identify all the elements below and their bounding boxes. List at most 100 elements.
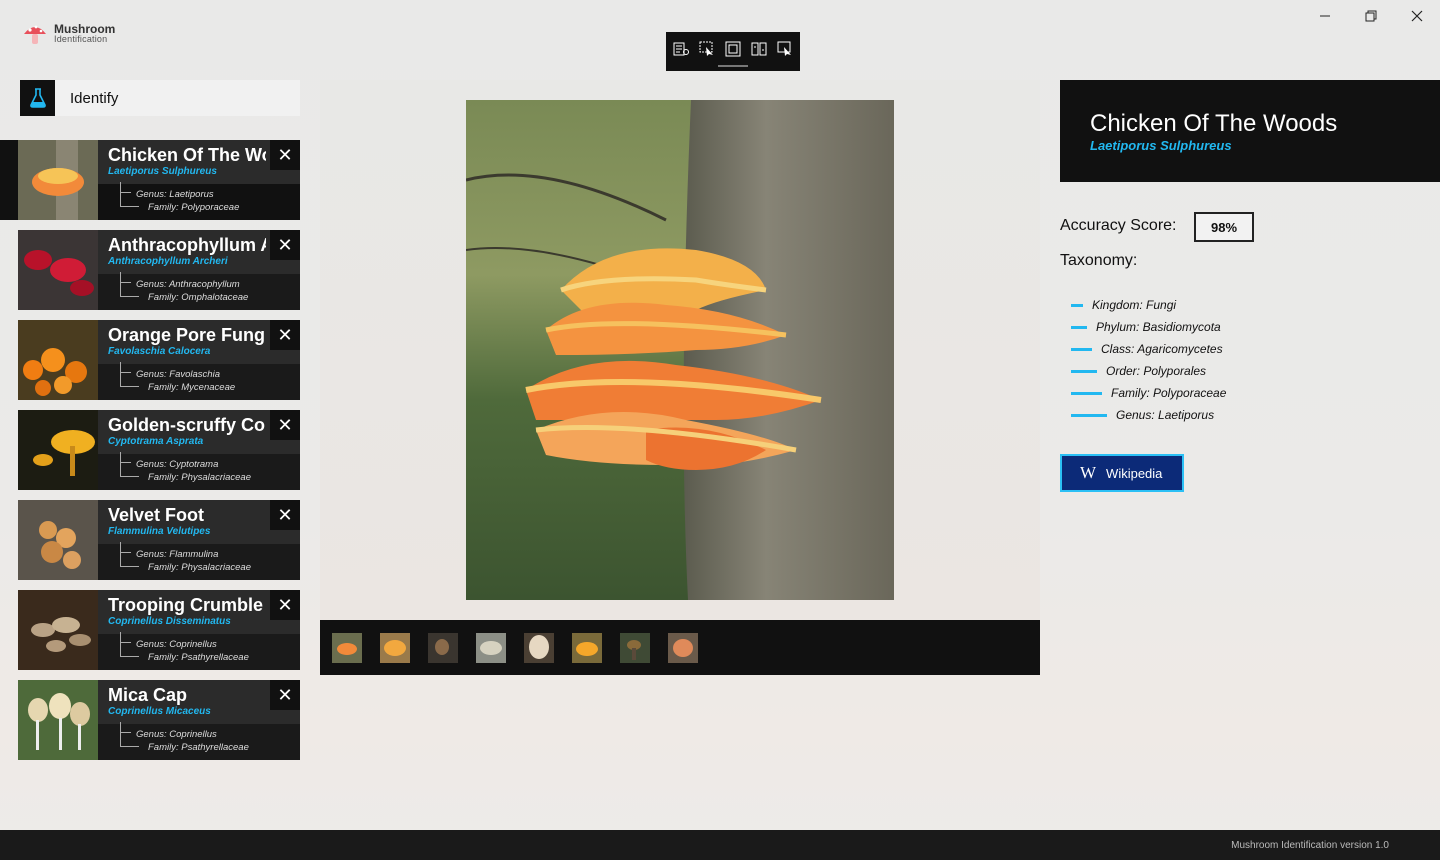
history-item[interactable]: Golden-scruffy Collybia Cyptotrama Aspra…: [18, 410, 300, 490]
remove-history-button[interactable]: ✕: [270, 320, 300, 350]
mushroom-thumbnail: [18, 680, 98, 760]
taxonomy-bar: [1071, 369, 1097, 373]
close-window-button[interactable]: [1394, 0, 1440, 32]
window-controls: [1302, 0, 1440, 32]
mushroom-photo: [466, 100, 894, 600]
history-item[interactable]: Velvet Foot Flammulina Velutipes Genus: …: [18, 500, 300, 580]
taxonomy-label: Taxonomy:: [1060, 252, 1138, 269]
display-layout-icon[interactable]: [723, 40, 743, 58]
history-scientific-name: Coprinellus Micaceus: [108, 706, 211, 717]
taxonomy-bar: [1071, 347, 1092, 351]
track-focus-icon[interactable]: [749, 40, 769, 58]
wikipedia-label: Wikipedia: [1106, 465, 1163, 481]
filmstrip-thumbnail[interactable]: [524, 632, 554, 663]
detail-header: Chicken Of The Woods Laetiporus Sulphure…: [1060, 80, 1440, 182]
toolbar-grip[interactable]: [718, 65, 748, 67]
taxonomy-item: Family: Polyporaceae: [1071, 382, 1226, 404]
restore-icon: [1365, 10, 1377, 22]
mushroom-thumbnail: [18, 320, 98, 400]
close-icon: ✕: [277, 594, 293, 615]
select-element-icon[interactable]: [697, 40, 717, 58]
history-genus: Genus: Cyptotrama: [136, 459, 219, 470]
close-icon: [1411, 10, 1423, 22]
history-genus: Genus: Coprinellus: [136, 639, 217, 650]
remove-history-button[interactable]: ✕: [270, 590, 300, 620]
taxonomy-item: Order: Polyporales: [1071, 360, 1226, 382]
filmstrip-thumbnail[interactable]: [476, 632, 506, 663]
taxonomy-bar: [1071, 413, 1107, 417]
live-tree-icon[interactable]: [671, 40, 691, 58]
filmstrip-thumbnail[interactable]: [332, 632, 362, 663]
taxonomy-bar: [1071, 391, 1102, 395]
detail-name: Chicken Of The Woods: [1090, 110, 1338, 137]
history-family: Family: Psathyrellaceae: [148, 652, 249, 663]
hot-reload-icon[interactable]: [775, 40, 795, 58]
history-name: Chicken Of The Woods: [108, 145, 266, 165]
history-item[interactable]: Chicken Of The Woods Laetiporus Sulphure…: [0, 140, 300, 220]
history-genus: Genus: Coprinellus: [136, 729, 217, 740]
history-genus: Genus: Anthracophyllum: [136, 279, 240, 290]
remove-history-button[interactable]: ✕: [270, 230, 300, 260]
app-logo: Mushroom Identification: [22, 22, 115, 46]
mushroom-thumbnail: [18, 230, 98, 310]
history-name: Golden-scruffy Collybia: [108, 415, 266, 435]
close-icon: ✕: [277, 144, 293, 165]
history-family: Family: Psathyrellaceae: [148, 742, 249, 753]
app-subtitle: Identification: [54, 34, 108, 44]
minimize-button[interactable]: [1302, 0, 1348, 32]
mushroom-thumbnail: [18, 500, 98, 580]
remove-history-button[interactable]: ✕: [270, 140, 300, 170]
history-name: Orange Pore Fungus: [108, 325, 266, 345]
identify-label: Identify: [70, 89, 119, 107]
taxonomy-list: Kingdom: Fungi Phylum: Basidiomycota Cla…: [1071, 294, 1226, 426]
taxonomy-item: Class: Agaricomycetes: [1071, 338, 1226, 360]
history-item[interactable]: Trooping Crumble Cap Coprinellus Dissemi…: [18, 590, 300, 670]
status-bar: Mushroom Identification version 1.0: [0, 830, 1440, 860]
history-scientific-name: Favolaschia Calocera: [108, 346, 211, 357]
remove-history-button[interactable]: ✕: [270, 680, 300, 710]
close-icon: ✕: [277, 504, 293, 525]
image-viewer: [320, 80, 1040, 620]
wikipedia-icon: W: [1080, 463, 1097, 482]
taxonomy-item: Genus: Laetiporus: [1071, 404, 1226, 426]
history-family: Family: Mycenaceae: [148, 382, 236, 393]
history-name: Mica Cap: [108, 685, 188, 705]
wikipedia-button[interactable]: W Wikipedia: [1060, 454, 1184, 492]
history-name: Trooping Crumble Cap: [108, 595, 266, 615]
history-family: Family: Physalacriaceae: [148, 562, 251, 573]
version-text: Mushroom Identification version 1.0: [1231, 839, 1389, 851]
identify-button[interactable]: Identify: [20, 80, 300, 116]
maximize-button[interactable]: [1348, 0, 1394, 32]
filmstrip-thumbnail[interactable]: [620, 632, 650, 663]
filmstrip: [320, 620, 1040, 675]
debug-toolbar: [666, 32, 800, 71]
history-family: Family: Omphalotaceae: [148, 292, 249, 303]
history-genus: Genus: Laetiporus: [136, 189, 214, 200]
taxonomy-bar: [1071, 325, 1087, 329]
filmstrip-thumbnail[interactable]: [380, 632, 410, 663]
filmstrip-thumbnail[interactable]: [572, 632, 602, 663]
history-name: Anthracophyllum Archeri: [108, 235, 266, 255]
taxonomy-item: Kingdom: Fungi: [1071, 294, 1226, 316]
filmstrip-thumbnail[interactable]: [668, 632, 698, 663]
accuracy-score: 98%: [1194, 212, 1254, 242]
history-name: Velvet Foot: [108, 505, 205, 525]
history-list: Chicken Of The Woods Laetiporus Sulphure…: [0, 140, 300, 770]
history-scientific-name: Flammulina Velutipes: [108, 526, 211, 537]
taxonomy-item: Phylum: Basidiomycota: [1071, 316, 1226, 338]
flask-icon: [20, 80, 55, 116]
filmstrip-thumbnail[interactable]: [428, 632, 458, 663]
close-icon: ✕: [277, 234, 293, 255]
app-title: Mushroom: [54, 22, 116, 36]
history-item[interactable]: Orange Pore Fungus Favolaschia Calocera …: [18, 320, 300, 400]
history-scientific-name: Laetiporus Sulphureus: [108, 166, 217, 177]
history-scientific-name: Anthracophyllum Archeri: [108, 256, 228, 267]
remove-history-button[interactable]: ✕: [270, 500, 300, 530]
history-item[interactable]: Anthracophyllum Archeri Anthracophyllum …: [18, 230, 300, 310]
close-icon: ✕: [277, 684, 293, 705]
history-item[interactable]: Mica Cap Coprinellus Micaceus Genus: Cop…: [18, 680, 300, 760]
remove-history-button[interactable]: ✕: [270, 410, 300, 440]
history-family: Family: Polyporaceae: [148, 202, 240, 213]
detail-scientific-name: Laetiporus Sulphureus: [1090, 138, 1232, 153]
mushroom-logo-icon: [24, 25, 46, 44]
